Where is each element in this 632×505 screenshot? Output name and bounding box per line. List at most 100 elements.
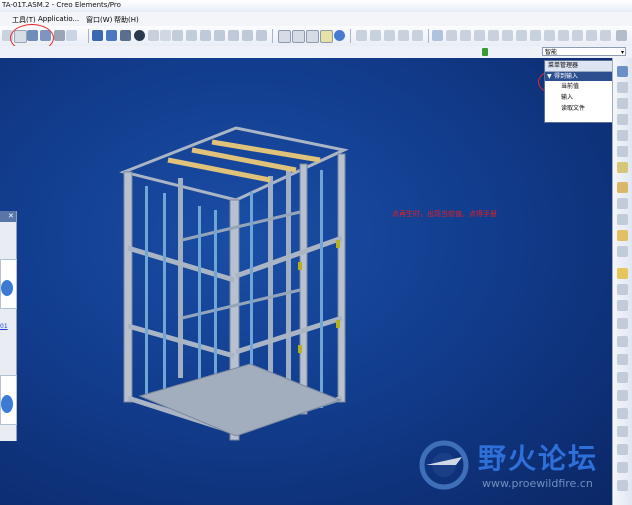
repaint-icon[interactable] xyxy=(92,30,103,41)
assemble-icon[interactable] xyxy=(617,198,628,209)
left-panel-thumbnail-2[interactable] xyxy=(0,375,17,425)
zoom-out-icon[interactable] xyxy=(186,30,197,41)
menu-manager-title: 菜单管理器 xyxy=(545,61,613,72)
extrude-icon[interactable] xyxy=(617,268,628,279)
tool-6-icon[interactable] xyxy=(516,30,527,41)
left-floating-panel: ✕ 01 xyxy=(0,211,17,441)
tool-13-icon[interactable] xyxy=(616,30,627,41)
csys-tool-icon[interactable] xyxy=(617,146,628,157)
csys-icon[interactable] xyxy=(398,30,409,41)
plane-icon[interactable] xyxy=(617,82,628,93)
component-icon[interactable] xyxy=(617,182,628,193)
stud-2 xyxy=(163,193,166,398)
bracket-2 xyxy=(336,320,340,328)
help-context-icon[interactable] xyxy=(432,30,443,41)
tool-12-icon[interactable] xyxy=(600,30,611,41)
tool-5-icon[interactable] xyxy=(502,30,513,41)
shading-icon[interactable] xyxy=(134,30,145,41)
no-hidden-icon[interactable] xyxy=(306,30,319,43)
axis-icon[interactable] xyxy=(617,98,628,109)
menu-manager-selected-label: 得到输入 xyxy=(554,73,579,80)
menu-manager-panel: 菜单管理器 ▼ 得到输入 当前值 输入 读取文件 xyxy=(544,60,614,123)
mirror-icon[interactable] xyxy=(617,426,628,437)
trim-icon[interactable] xyxy=(617,462,628,473)
menu-item-read-file[interactable]: 读取文件 xyxy=(545,103,613,114)
instruction-annotation: 点再生时，出现当前值，点得手册 xyxy=(392,210,497,218)
create-icon[interactable] xyxy=(617,214,628,225)
menu-applications[interactable]: Applicatio... xyxy=(38,15,79,23)
curve-icon[interactable] xyxy=(617,114,628,125)
toolbar-separator xyxy=(272,29,273,43)
zoom-in-icon[interactable] xyxy=(172,30,183,41)
tool-11-icon[interactable] xyxy=(586,30,597,41)
tool-2-icon[interactable] xyxy=(460,30,471,41)
model-thumbnail-icon xyxy=(1,395,13,413)
frame-top xyxy=(119,126,349,202)
select-box-icon[interactable] xyxy=(66,30,77,41)
forum-logo-icon xyxy=(419,440,469,490)
selection-filter-value: 智能 xyxy=(545,49,558,56)
saved-views-icon[interactable] xyxy=(228,30,239,41)
enhanced-realism-icon[interactable] xyxy=(334,30,345,41)
sketch-icon[interactable] xyxy=(617,66,628,77)
model-thumbnail-icon xyxy=(1,280,13,296)
revolve-icon[interactable] xyxy=(617,284,628,295)
frame-post-inner-3 xyxy=(286,168,291,412)
tool-10-icon[interactable] xyxy=(572,30,583,41)
view-manager-2-icon[interactable] xyxy=(256,30,267,41)
rib-icon[interactable] xyxy=(617,372,628,383)
stud-1 xyxy=(145,186,148,394)
menu-item-input[interactable]: 输入 xyxy=(545,92,613,103)
datum-points-icon[interactable] xyxy=(384,30,395,41)
frame-post-right-rear xyxy=(337,153,346,403)
chevron-down-icon[interactable]: ▾ xyxy=(621,48,624,57)
find-icon[interactable] xyxy=(54,30,65,41)
menu-item-current-value[interactable]: 当前值 xyxy=(545,81,613,92)
tool-9-icon[interactable] xyxy=(558,30,569,41)
analysis-icon[interactable] xyxy=(617,162,628,173)
menu-help[interactable]: 帮助(H) xyxy=(114,15,139,25)
draft-icon[interactable] xyxy=(617,390,628,401)
spin-center-icon[interactable] xyxy=(106,30,117,41)
menu-manager-selected[interactable]: ▼ 得到输入 xyxy=(545,72,613,81)
pan-icon[interactable] xyxy=(160,30,171,41)
appearance-icon[interactable] xyxy=(148,30,159,41)
round-icon[interactable] xyxy=(617,336,628,347)
stud-6 xyxy=(320,170,323,408)
sweep-icon[interactable] xyxy=(617,300,628,311)
chamfer-icon[interactable] xyxy=(617,354,628,365)
view-manager-icon[interactable] xyxy=(120,30,131,41)
menu-bar: 工具(T) Applicatio... 窗口(W) 帮助(H) xyxy=(0,12,632,27)
hidden-line-icon[interactable] xyxy=(292,30,305,43)
layers-icon[interactable] xyxy=(242,30,253,41)
point-icon[interactable] xyxy=(617,130,628,141)
merge-icon[interactable] xyxy=(617,444,628,455)
reorient-icon[interactable] xyxy=(214,30,225,41)
tool-7-icon[interactable] xyxy=(530,30,541,41)
tool-4-icon[interactable] xyxy=(488,30,499,41)
frame-post-left-front xyxy=(123,171,133,403)
tool-8-icon[interactable] xyxy=(544,30,555,41)
tool-1-icon[interactable] xyxy=(446,30,457,41)
hole-icon[interactable] xyxy=(617,318,628,329)
wireframe-icon[interactable] xyxy=(278,30,291,43)
datum-planes-icon[interactable] xyxy=(356,30,367,41)
watermark-url: www.proewildfire.cn xyxy=(482,477,593,490)
window-title: TA-01T.ASM.2 - Creo Elements/Pro xyxy=(2,1,121,9)
tool-3-icon[interactable] xyxy=(474,30,485,41)
left-panel-link[interactable]: 01 xyxy=(0,323,8,330)
folder-icon[interactable] xyxy=(617,230,628,241)
annotation-display-icon[interactable] xyxy=(412,30,423,41)
watermark: 野火论坛 www.proewildfire.cn xyxy=(416,435,616,497)
menu-window[interactable]: 窗口(W) xyxy=(86,15,112,25)
shell-icon[interactable] xyxy=(617,408,628,419)
datum-axes-icon[interactable] xyxy=(370,30,381,41)
close-icon[interactable]: ✕ xyxy=(8,211,14,222)
selection-filter-select[interactable]: 智能 ▾ xyxy=(542,47,626,56)
shaded-icon[interactable] xyxy=(320,30,333,43)
extend-icon[interactable] xyxy=(617,480,628,491)
pattern-icon[interactable] xyxy=(617,246,628,257)
bracket-1 xyxy=(336,240,340,248)
refit-icon[interactable] xyxy=(200,30,211,41)
left-panel-thumbnail-1[interactable] xyxy=(0,259,17,309)
